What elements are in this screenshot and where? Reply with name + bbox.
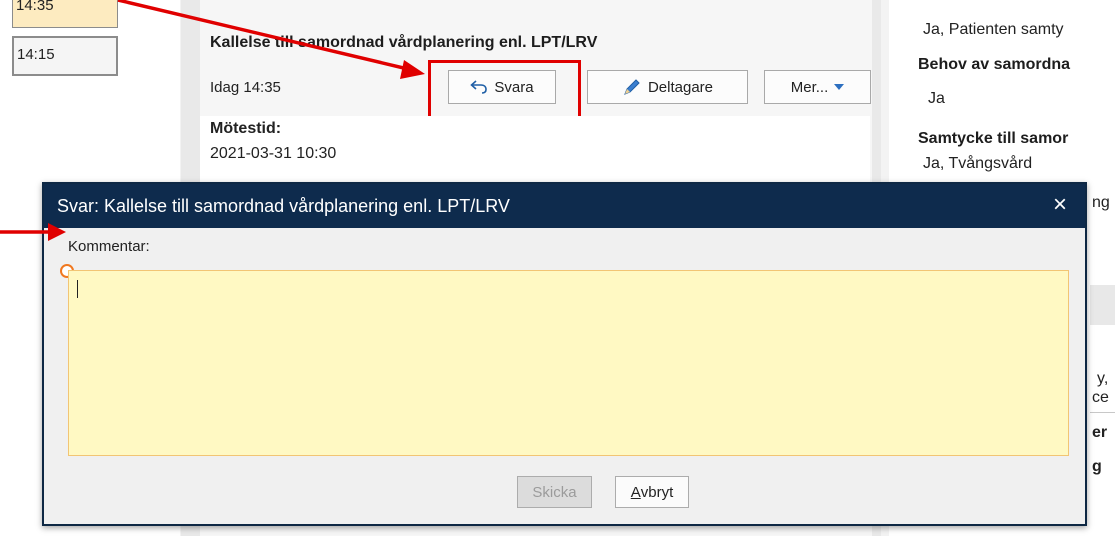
send-button[interactable]: Skicka: [517, 476, 592, 508]
cancel-mnemonic: A: [630, 483, 641, 501]
reply-highlight-box: [428, 60, 581, 123]
coordination-need-value: Ja: [928, 90, 945, 107]
send-label: Skicka: [532, 483, 577, 501]
close-icon[interactable]: ×: [1047, 191, 1073, 219]
dialog-titlebar[interactable]: Svar: Kallelse till samordnad vårdplaner…: [44, 184, 1085, 228]
cancel-label: vbryt: [640, 483, 674, 501]
details-section-header: [1090, 285, 1115, 325]
consent-value: Ja, Patienten samty: [923, 21, 1064, 38]
details-text-fragment: g: [1092, 458, 1102, 475]
pencil-icon: [624, 79, 640, 95]
more-button[interactable]: Mer...: [764, 70, 871, 104]
time-item-selected[interactable]: 14:35: [12, 0, 118, 28]
comment-textarea[interactable]: [68, 270, 1069, 456]
cancel-button[interactable]: Avbryt: [615, 476, 689, 508]
time-item[interactable]: 14:15: [12, 36, 118, 76]
meeting-time-value: 2021-03-31 10:30: [210, 145, 337, 162]
consent-coordination-value: Ja, Tvångsvård: [923, 155, 1033, 172]
meeting-time-label: Mötestid:: [210, 120, 282, 137]
participants-label: Deltagare: [647, 78, 714, 96]
more-label: Mer...: [790, 78, 829, 96]
message-subject: Kallelse till samordnad vårdplanering en…: [210, 34, 598, 51]
comment-label: Kommentar:: [68, 238, 150, 255]
details-text-fragment: ng: [1092, 194, 1110, 211]
details-text-fragment: y,: [1097, 370, 1109, 387]
text-cursor: [77, 280, 78, 298]
message-date: Idag 14:35: [210, 79, 281, 96]
details-text-fragment: er: [1092, 424, 1108, 441]
dialog-title: Svar: Kallelse till samordnad vårdplaner…: [57, 196, 510, 216]
reply-dialog: Svar: Kallelse till samordnad vårdplaner…: [42, 182, 1087, 526]
consent-coordination-label: Samtycke till samor: [918, 130, 1069, 147]
coordination-need-label: Behov av samordna: [918, 56, 1071, 73]
details-text-fragment: ce: [1092, 389, 1109, 406]
details-divider: [1090, 412, 1115, 413]
caret-down-icon: [834, 84, 845, 90]
participants-button[interactable]: Deltagare: [587, 70, 748, 104]
